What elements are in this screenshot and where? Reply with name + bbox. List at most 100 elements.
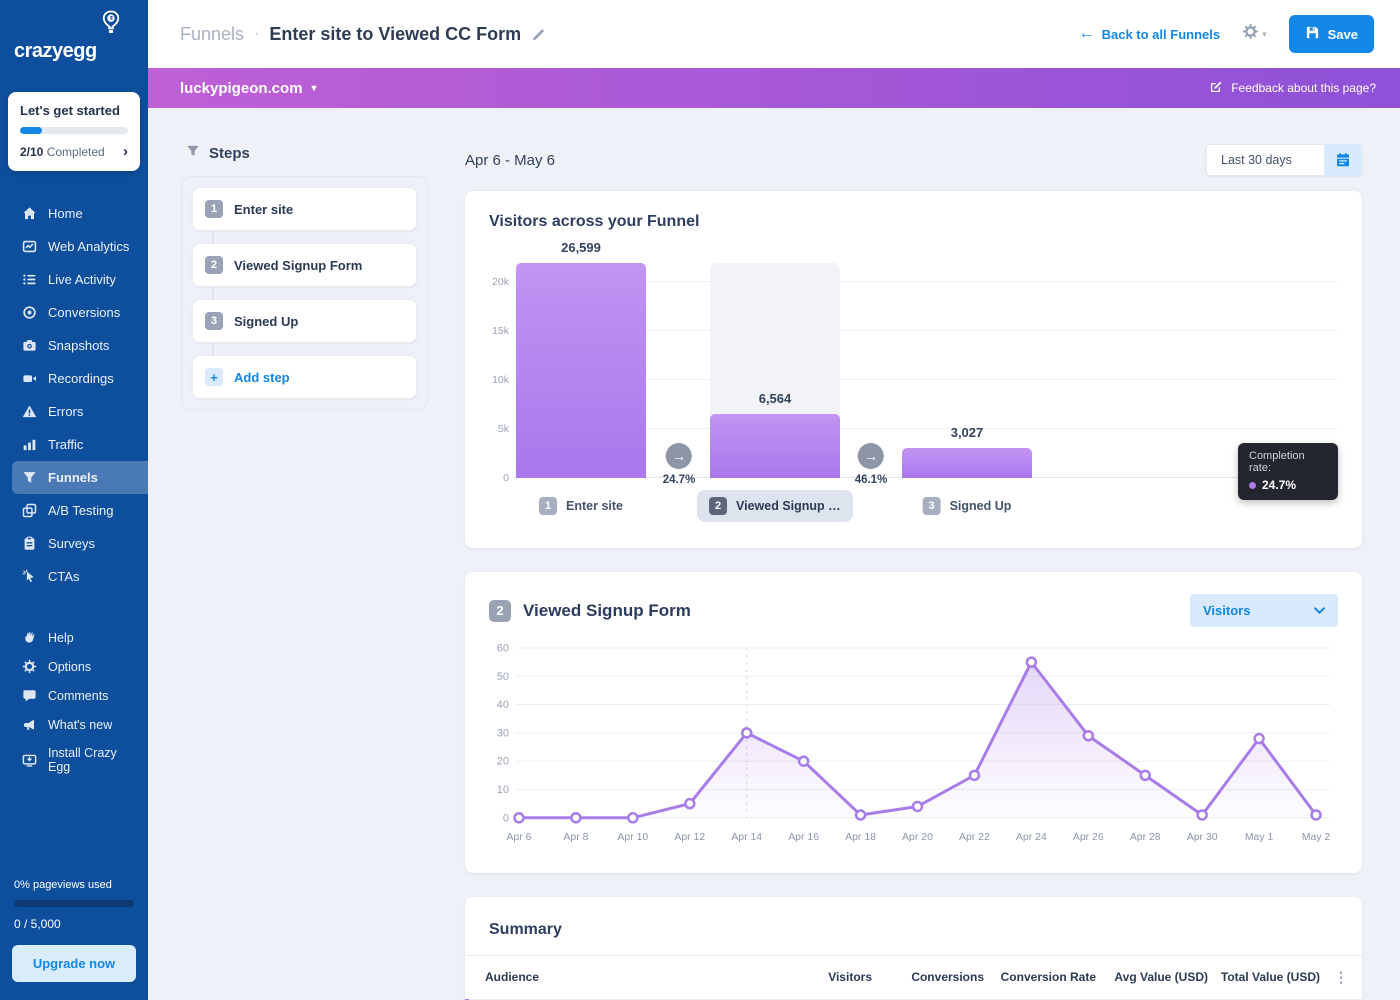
getting-started-card[interactable]: Let's get started 2/10 Completed ›	[8, 92, 140, 171]
funnel-bar-enter-site[interactable]	[516, 263, 646, 478]
recordings-icon	[22, 371, 37, 386]
funnel-step-tab-signed-up[interactable]: 3Signed Up	[911, 490, 1024, 522]
step-card-signed-up[interactable]: 3Signed Up	[192, 299, 417, 343]
step-conversion: →24.7%	[663, 443, 696, 486]
steps-panel-title: Steps	[209, 145, 250, 162]
date-range-select[interactable]: Last 30 days	[1206, 144, 1362, 176]
funnel-bar-viewed-signup-form[interactable]	[710, 414, 840, 478]
sidebar-item-web-analytics[interactable]: Web Analytics	[0, 230, 148, 263]
data-point[interactable]	[685, 799, 694, 808]
upgrade-button[interactable]: Upgrade now	[12, 945, 136, 982]
data-point[interactable]	[1255, 734, 1264, 743]
sidebar-item-traffic[interactable]: Traffic	[0, 428, 148, 461]
sidebar-item-recordings[interactable]: Recordings	[0, 362, 148, 395]
metric-select-dropdown[interactable]: Visitors	[1190, 594, 1338, 627]
filter-funnel-icon	[186, 144, 200, 162]
sidebar-item-a-b-testing[interactable]: A/B Testing	[0, 494, 148, 527]
site-domain-dropdown[interactable]: luckypigeon.com ▾	[180, 80, 317, 97]
svg-text:0: 0	[503, 812, 509, 824]
data-point[interactable]	[1312, 810, 1321, 819]
sidebar-item-label: Install Crazy Egg	[48, 746, 138, 774]
sidebar-item-snapshots[interactable]: Snapshots	[0, 329, 148, 362]
add-step-button[interactable]: +Add step	[192, 355, 417, 399]
sidebar-item-live-activity[interactable]: Live Activity	[0, 263, 148, 296]
funnel-step-tab-viewed-signup-form[interactable]: 2Viewed Signup Form	[697, 490, 853, 522]
summary-header-row: AudienceVisitorsConversionsConversion Ra…	[467, 955, 1362, 999]
calendar-icon[interactable]	[1324, 144, 1362, 176]
step-card-viewed-signup-form[interactable]: 2Viewed Signup Form	[192, 243, 417, 287]
data-point[interactable]	[913, 802, 922, 811]
table-options-kebab-icon[interactable]: ⋮	[1320, 955, 1362, 999]
sidebar-item-label: A/B Testing	[48, 503, 114, 518]
usage-label: 0% pageviews used	[14, 879, 134, 891]
y-axis-tick: 5k	[489, 423, 509, 435]
data-point[interactable]	[1027, 658, 1036, 667]
summary-card: Summary AudienceVisitorsConversionsConve…	[465, 897, 1362, 1000]
y-axis-tick: 0	[489, 472, 509, 484]
data-point[interactable]	[856, 810, 865, 819]
date-select-value[interactable]: Last 30 days	[1206, 144, 1324, 176]
snapshots-icon	[22, 338, 37, 353]
page-title: Enter site to Viewed CC Form	[269, 24, 521, 45]
data-point[interactable]	[1141, 771, 1150, 780]
arrow-right-icon: →	[858, 443, 884, 469]
chevron-right-icon[interactable]: ›	[123, 143, 128, 160]
svg-text:Apr 22: Apr 22	[959, 832, 990, 843]
sidebar-nav-main: Home Web Analytics Live Activity Conversion…	[0, 197, 148, 593]
balloon-icon	[100, 10, 122, 40]
getting-started-title: Let's get started	[20, 103, 128, 118]
data-point[interactable]	[1084, 731, 1093, 740]
data-point[interactable]	[1198, 810, 1207, 819]
sidebar-item-conversions[interactable]: Conversions	[0, 296, 148, 329]
funnel-step-tab-enter-site[interactable]: 1Enter site	[527, 490, 635, 522]
sidebar-item-label: Live Activity	[48, 272, 116, 287]
feedback-link[interactable]: Feedback about this page?	[1209, 80, 1376, 97]
save-button[interactable]: Save	[1289, 15, 1374, 53]
sidebar-item-comments[interactable]: Comments	[0, 681, 148, 710]
sidebar-item-install-crazy-egg[interactable]: Install Crazy Egg	[0, 739, 148, 781]
usage-meter: 0% pageviews used 0 / 5,000	[14, 859, 134, 931]
visitors-line-chart: 0102030405060Apr 6Apr 8Apr 10Apr 12Apr 1…	[489, 643, 1338, 851]
sidebar-nav-tools: HelpOptionsCommentsWhat's new Install Cra…	[0, 623, 148, 781]
data-point[interactable]	[628, 813, 637, 822]
sidebar-item-help[interactable]: Help	[0, 623, 148, 652]
breadcrumb[interactable]: Funnels	[180, 24, 244, 45]
install-icon	[22, 753, 37, 768]
data-point[interactable]	[970, 771, 979, 780]
data-point[interactable]	[571, 813, 580, 822]
data-point[interactable]	[514, 813, 523, 822]
svg-text:Apr 18: Apr 18	[845, 832, 876, 843]
caret-down-icon: ▾	[312, 83, 317, 94]
charts-column: Apr 6 - May 6 Last 30 days Visitors acro…	[465, 144, 1362, 1000]
sidebar-item-label: Home	[48, 206, 83, 221]
sidebar-item-options[interactable]: Options	[0, 652, 148, 681]
sidebar-item-ctas[interactable]: CTAs	[0, 560, 148, 593]
funnel-bar-signed-up[interactable]	[902, 448, 1032, 478]
sidebar-item-funnels[interactable]: Funnels	[12, 461, 148, 494]
sidebar-item-home[interactable]: Home	[0, 197, 148, 230]
summary-title: Summary	[465, 897, 1362, 955]
sidebar-item-errors[interactable]: Errors	[0, 395, 148, 428]
data-point[interactable]	[742, 728, 751, 737]
step-card-enter-site[interactable]: 1Enter site	[192, 187, 417, 231]
funnel-overview-card: Visitors across your Funnel 20k15k10k5k0…	[465, 191, 1362, 548]
sidebar-item-what-s-new[interactable]: What's new	[0, 710, 148, 739]
back-to-funnels-link[interactable]: ← Back to all Funnels	[1079, 25, 1220, 43]
funnel-card-title: Visitors across your Funnel	[489, 213, 1338, 231]
sidebar-item-label: Recordings	[48, 371, 114, 386]
crazyegg-logo[interactable]: crazyegg	[0, 0, 148, 78]
step-label: Signed Up	[234, 314, 298, 329]
svg-text:Apr 12: Apr 12	[674, 832, 705, 843]
sidebar-item-surveys[interactable]: Surveys	[0, 527, 148, 560]
ab-testing-icon	[22, 503, 37, 518]
svg-text:Apr 16: Apr 16	[788, 832, 819, 843]
feedback-pencil-square-icon	[1209, 80, 1223, 97]
step-detail-title: Viewed Signup Form	[523, 601, 691, 621]
edit-title-pencil-icon[interactable]	[531, 27, 546, 42]
usage-count: 0 / 5,000	[14, 917, 134, 931]
surveys-icon	[22, 536, 37, 551]
caret-down-icon: ▾	[1262, 29, 1267, 40]
data-point[interactable]	[799, 757, 808, 766]
sidebar-item-label: Conversions	[48, 305, 120, 320]
settings-menu[interactable]: ▾	[1242, 23, 1267, 45]
